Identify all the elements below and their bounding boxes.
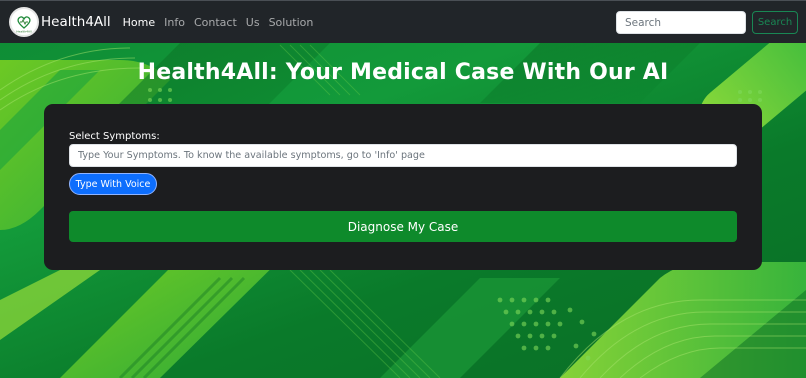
svg-text:Health4All: Health4All bbox=[16, 30, 32, 34]
heart-logo-icon: Health4All bbox=[16, 16, 32, 34]
nav-link-solution[interactable]: Solution bbox=[269, 16, 314, 29]
symptoms-label: Select Symptoms: bbox=[69, 131, 160, 142]
search-button[interactable]: Search bbox=[752, 11, 798, 34]
nav-link-home[interactable]: Home bbox=[123, 16, 155, 29]
nav-link-info[interactable]: Info bbox=[164, 16, 185, 29]
top-navbar: Health4All Health4All Home Info Contact … bbox=[0, 0, 806, 43]
diagnose-button[interactable]: Diagnose My Case bbox=[69, 211, 737, 242]
symptoms-input[interactable] bbox=[69, 144, 737, 167]
search-form: Search bbox=[616, 11, 798, 34]
nav-link-us[interactable]: Us bbox=[246, 16, 260, 29]
nav-link-contact[interactable]: Contact bbox=[194, 16, 237, 29]
diagnosis-card: Select Symptoms: Type With Voice Diagnos… bbox=[44, 104, 762, 270]
brand-name[interactable]: Health4All bbox=[41, 14, 111, 30]
brand-logo[interactable]: Health4All bbox=[9, 7, 39, 37]
search-input[interactable] bbox=[616, 11, 746, 34]
page-title: Health4All: Your Medical Case With Our A… bbox=[137, 60, 669, 85]
type-with-voice-button[interactable]: Type With Voice bbox=[69, 173, 157, 195]
